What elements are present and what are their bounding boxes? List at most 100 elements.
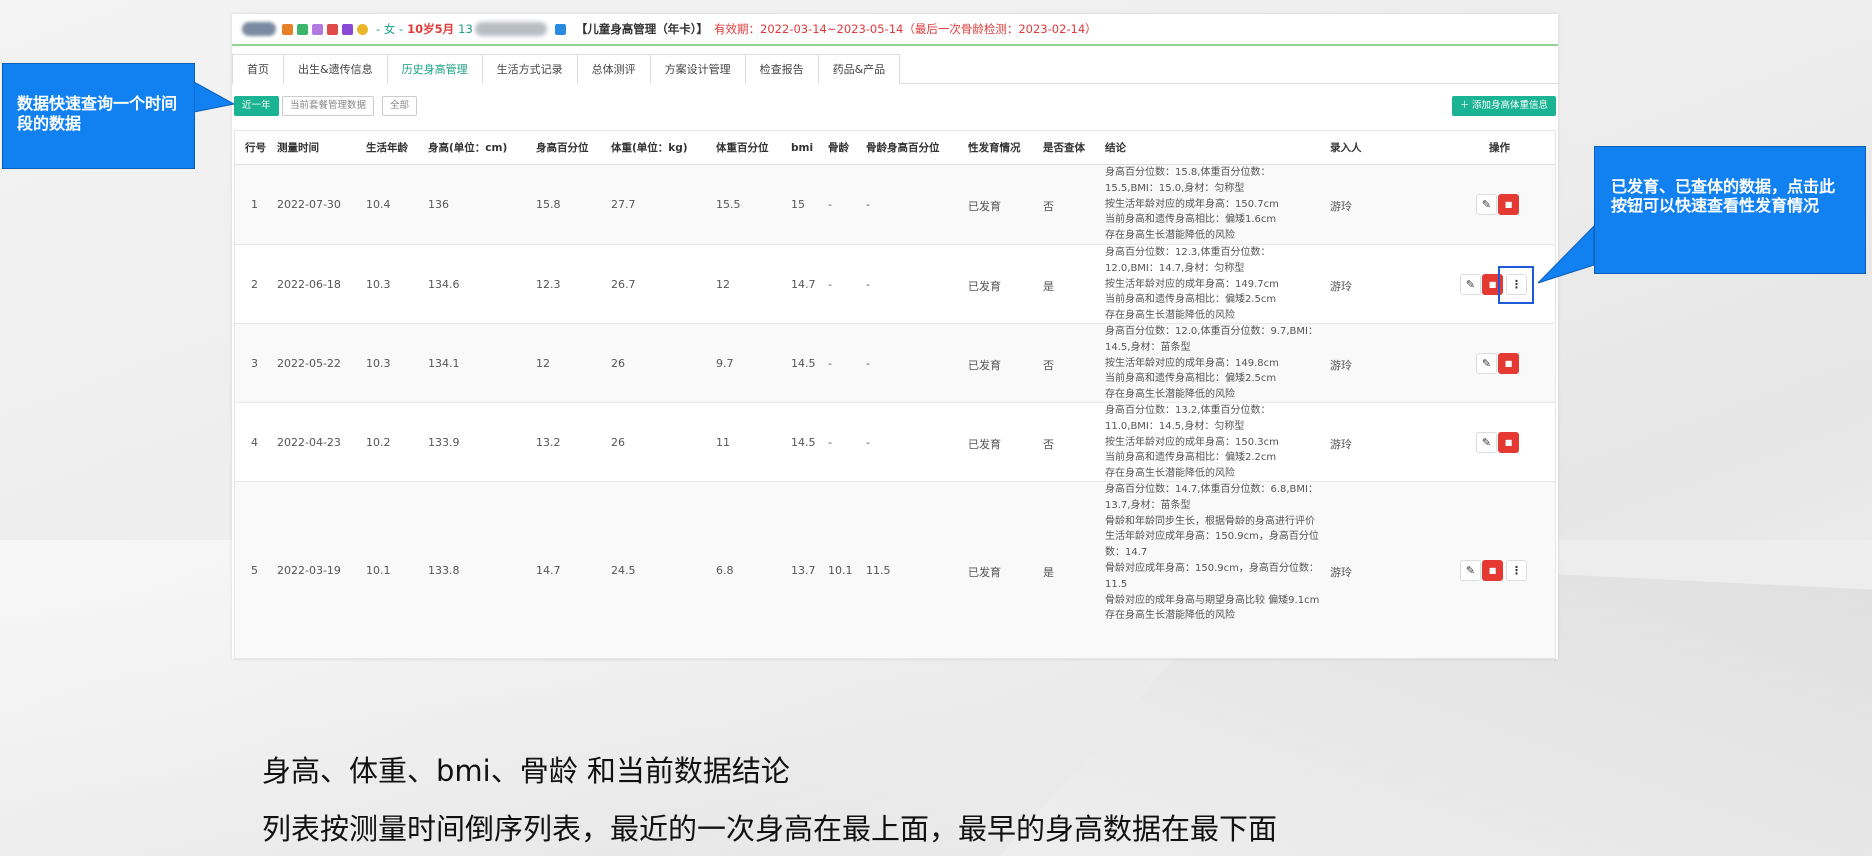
- highlight-box: [1498, 265, 1534, 304]
- pencil-icon[interactable]: ✎: [1476, 431, 1497, 453]
- add-height-weight-button[interactable]: ＋ 添加身高体重信息: [1451, 96, 1556, 116]
- conclusion-line: 生活年龄对应成年身高：150.9cm，身高百分位数：14.7: [1105, 531, 1319, 559]
- height-history-table: 行号 测量时间 生活年龄 身高(单位：cm) 身高百分位 体重(单位：kg) 体重百分位 bm…: [234, 130, 1556, 659]
- cell-conclusion: 身高百分位数：14.7,体重百分位数：6.8,BMI：13.7,身材：苗条型 骨龄…: [1105, 482, 1321, 624]
- trash-icon[interactable]: ■: [1498, 431, 1519, 453]
- column-header: bmi: [791, 142, 814, 154]
- cell-bone-h_pct: -: [866, 277, 870, 291]
- cell-bmi: 13.7: [791, 564, 816, 577]
- cell-date: 2022-07-30: [277, 198, 341, 211]
- cell-w-pct: 15.5: [716, 198, 741, 211]
- table-row: 1 2022-07-30 10.4 136 15.8 27.7 15.5 15 - - 已发育 否 身高…: [235, 165, 1555, 245]
- chat-icon[interactable]: [282, 23, 293, 35]
- trash-icon[interactable]: ■: [1498, 352, 1519, 374]
- cell-bone-age: -: [828, 435, 832, 449]
- column-header: 身高百分位: [536, 142, 589, 154]
- cell-weight: 26.7: [611, 277, 636, 291]
- cell-age: 10.4: [366, 198, 391, 211]
- table-row: 2 2022-06-18 10.3 134.6 12.3 26.7 12 14.7- - 已发育是…: [235, 245, 1555, 324]
- patient-gender: 女: [383, 22, 396, 36]
- table-row: 5 2022-03-19 10.1 133.8 14.7 24.5 6.8 13.7 10.1 1…: [235, 482, 1555, 658]
- cell-h-pct: 12: [536, 356, 550, 370]
- cell-weight: 24.5: [611, 564, 636, 577]
- tab-7[interactable]: 药品&产品: [817, 54, 901, 84]
- pencil-icon[interactable]: ✎: [1476, 194, 1497, 215]
- tab-3[interactable]: 生活方式记录: [481, 54, 578, 84]
- cell-bone-age: -: [828, 277, 832, 291]
- filter-current-package-button[interactable]: 当前套餐管理数据: [282, 96, 375, 116]
- avatar: [242, 22, 276, 36]
- pencil-icon[interactable]: ✎: [1476, 352, 1497, 374]
- cell-bone-h_pct: -: [866, 435, 870, 449]
- conclusion-line: 身高百分位数：12.0,体重百分位数：9.7,BMI：14.5,身材：苗条型: [1105, 326, 1318, 353]
- cell-height: 136: [428, 198, 449, 211]
- cell-age: 10.3: [366, 277, 391, 291]
- cell-w-pct: 11: [716, 435, 730, 449]
- column-header: 行号: [245, 142, 266, 154]
- tab-2[interactable]: 历史身高管理: [386, 54, 483, 84]
- app-panel: - 女 - 10岁5月 13 【儿童身高管理（年卡）】 有效期：2022-03-…: [232, 14, 1558, 659]
- tab-5[interactable]: 方案设计管理: [649, 54, 746, 84]
- callout-filter-tip: 数据快速查询一个时间段的数据: [2, 63, 195, 169]
- conclusion-line: 骨龄对应的成年身高与期望身高比较 偏矮9.1cm: [1105, 594, 1320, 606]
- trash-icon[interactable]: ■: [1482, 560, 1503, 581]
- filter-recent-year-button[interactable]: 近一年: [234, 96, 279, 116]
- cell-h-pct: 14.7: [536, 564, 561, 577]
- validity-period: 有效期：2022-03-14~2023-05-14（最后一次骨龄检测：2023-…: [714, 22, 1097, 36]
- tab-0[interactable]: 首页: [232, 54, 284, 84]
- qr-icon[interactable]: [554, 23, 566, 35]
- cell-height: 134.1: [428, 356, 460, 370]
- conclusion-line: 身高百分位数：12.3,体重百分位数：12.0,BMI：14.7,身材：匀称型: [1105, 247, 1271, 274]
- cell-exam: 否: [1043, 358, 1054, 372]
- cell-date: 2022-05-22: [277, 356, 341, 370]
- person-icon[interactable]: [297, 23, 308, 35]
- column-header: 录入人: [1330, 142, 1362, 154]
- tab-4[interactable]: 总体测评: [576, 54, 651, 84]
- pen-icon[interactable]: [327, 23, 338, 35]
- cell-entered-by: 游玲: [1330, 279, 1352, 293]
- cell-entered-by: 游玲: [1330, 566, 1352, 579]
- check-icon[interactable]: [342, 23, 353, 35]
- column-header: 结论: [1105, 142, 1126, 154]
- cell-bone-h_pct: -: [866, 198, 870, 211]
- cell-age: 10.3: [366, 356, 391, 370]
- cell-bmi: 14.5: [791, 356, 816, 370]
- cell-sex-dev: 已发育: [968, 566, 1001, 579]
- cell-age: 10.1: [366, 564, 391, 577]
- trash-icon[interactable]: ■: [1498, 194, 1519, 215]
- cell-bone-age: -: [828, 356, 832, 370]
- cell-sex-dev: 已发育: [968, 279, 1001, 293]
- tab-1[interactable]: 出生&遗传信息: [283, 54, 388, 84]
- table-header: 行号 测量时间 生活年龄 身高(单位：cm) 身高百分位 体重(单位：kg) 体重百分位 bm…: [235, 131, 1555, 165]
- cell-bmi: 15: [791, 198, 805, 211]
- tab-bar: 首页 出生&遗传信息 历史身高管理 生活方式记录 总体测评 方案设计管理 检查报告 药品&产品: [232, 54, 1558, 84]
- more-vertical-icon[interactable]: ⋮: [1506, 560, 1527, 581]
- link-icon[interactable]: [312, 23, 323, 35]
- patient-info-bar: - 女 - 10岁5月 13 【儿童身高管理（年卡）】 有效期：2022-03-…: [232, 14, 1558, 46]
- cell-sex-dev: 已发育: [968, 358, 1001, 372]
- pencil-icon[interactable]: ✎: [1460, 273, 1481, 295]
- cell-bmi: 14.7: [791, 277, 816, 291]
- patient-id-redacted: [474, 22, 547, 36]
- conclusion-line: 当前身高和遗传身高相比：偏矮2.2cm: [1105, 452, 1277, 464]
- cell-bone-h_pct: 11.5: [866, 564, 891, 577]
- tab-6[interactable]: 检查报告: [744, 54, 819, 84]
- table-row: 3 2022-05-22 10.3 134.1 12 26 9.7 14.5- - 已发育否身高百…: [235, 324, 1555, 403]
- cell-no: 5: [251, 564, 258, 577]
- conclusion-line: 存在身高生长潜能降低的风险: [1105, 230, 1235, 242]
- cell-exam: 否: [1043, 437, 1054, 451]
- cell-bone-age: 10.1: [828, 564, 853, 577]
- conclusion-line: 骨龄对应成年身高：150.9cm，身高百分位数：11.5: [1105, 562, 1319, 590]
- cell-date: 2022-06-18: [277, 277, 341, 291]
- column-header: 身高(单位：cm): [428, 142, 508, 154]
- cell-w-pct: 9.7: [716, 356, 734, 370]
- column-header: 测量时间: [277, 142, 319, 154]
- cell-height: 134.6: [428, 277, 460, 291]
- cell-height: 133.8: [428, 564, 460, 577]
- column-header: 体重百分位: [716, 142, 769, 154]
- filter-all-button[interactable]: 全部: [382, 96, 418, 116]
- pencil-icon[interactable]: ✎: [1460, 560, 1481, 581]
- coin-icon[interactable]: [357, 23, 368, 35]
- column-header: 骨龄身高百分位: [866, 142, 940, 154]
- cell-sex-dev: 已发育: [968, 200, 1001, 213]
